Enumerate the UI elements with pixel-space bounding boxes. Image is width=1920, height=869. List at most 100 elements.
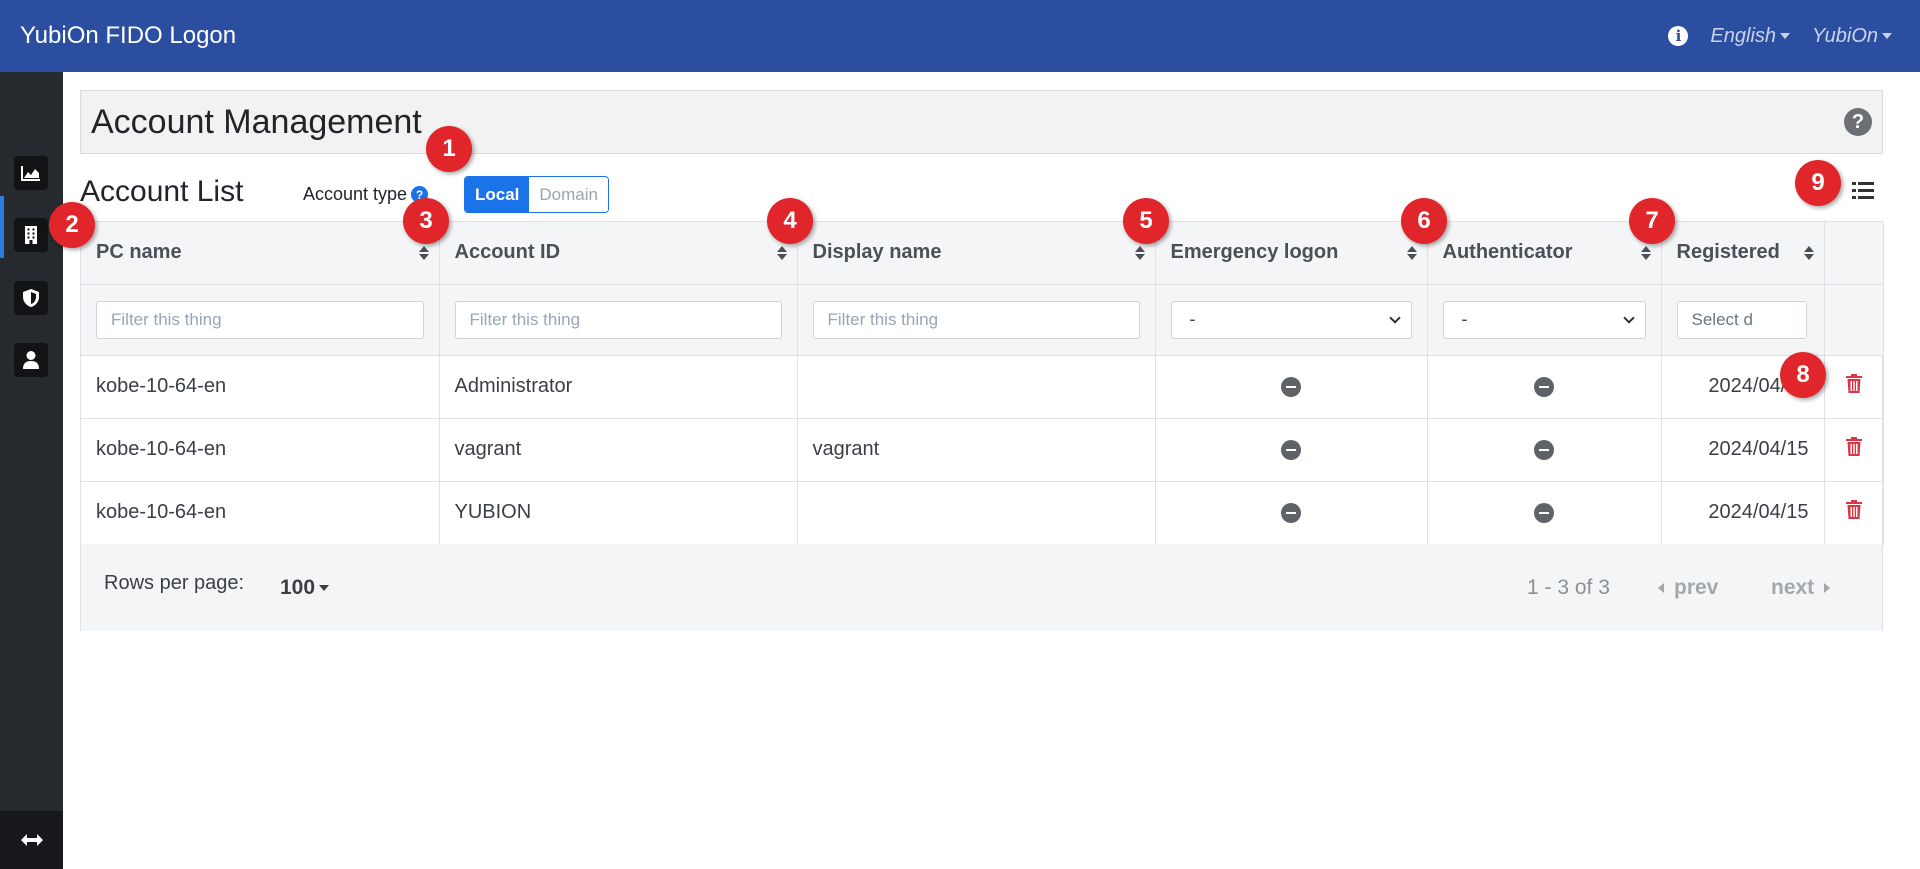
app-title[interactable]: YubiOn FIDO Logon — [20, 22, 236, 50]
shield-icon — [23, 289, 39, 307]
display-name-cell — [797, 355, 1156, 419]
column-header-actions — [1824, 222, 1884, 285]
column-list-icon[interactable] — [1852, 180, 1874, 200]
sort-icon[interactable] — [1134, 246, 1145, 260]
minus-circle-icon — [1534, 439, 1554, 460]
column-header-account-id[interactable]: Account ID — [439, 222, 798, 285]
table-row: kobe-10-64-en vagrant vagrant 2024/04/15 — [81, 418, 1884, 482]
account-type-label: Account type — [303, 184, 408, 204]
column-header-label: Account ID — [454, 241, 561, 264]
sort-icon[interactable] — [1803, 246, 1814, 260]
sidebar-item-organization[interactable] — [14, 218, 48, 252]
column-header-label: Registered — [1676, 241, 1780, 264]
callout-badge: 1 — [426, 126, 472, 172]
trash-icon[interactable] — [1845, 374, 1862, 393]
rows-per-page-dropdown[interactable]: 100 — [280, 576, 330, 600]
delete-cell — [1824, 481, 1884, 545]
account-type-toggle: Local Domain — [464, 176, 609, 213]
caret-down-icon — [1882, 33, 1892, 39]
sort-icon[interactable] — [1406, 246, 1417, 260]
column-header-registered[interactable]: Registered — [1661, 222, 1825, 285]
minus-circle-icon — [1534, 376, 1554, 397]
account-list-title: Account List — [80, 175, 244, 208]
pc-name-cell: kobe-10-64-en — [81, 355, 440, 419]
column-header-label: PC name — [96, 241, 182, 264]
info-icon[interactable]: i — [1668, 26, 1689, 46]
sidebar-item-dashboard[interactable] — [14, 156, 48, 190]
column-header-display-name[interactable]: Display name — [797, 222, 1156, 285]
pc-name-filter-input[interactable]: Filter this thing — [96, 300, 424, 339]
pc-name-cell: kobe-10-64-en — [81, 481, 440, 545]
account-table-container: PC name Account ID Display name Emergenc… — [80, 221, 1884, 631]
prev-page-button[interactable]: prev — [1658, 576, 1718, 600]
expand-horizontal-icon — [20, 834, 43, 846]
user-dropdown[interactable]: YubiOn — [1812, 25, 1892, 48]
sort-icon[interactable] — [418, 246, 429, 260]
page-header: Account Management ? — [80, 90, 1883, 154]
chevron-down-icon — [1388, 311, 1401, 324]
account-type-domain-button[interactable]: Domain — [529, 177, 608, 212]
top-navbar: YubiOn FIDO Logon i English YubiOn — [0, 0, 1920, 72]
callout-badge: 2 — [49, 202, 95, 248]
callout-badge: 4 — [767, 198, 813, 244]
callout-badge: 5 — [1123, 198, 1169, 244]
page-title: Account Management — [91, 103, 422, 141]
emergency-logon-filter-select[interactable]: - — [1170, 300, 1412, 339]
display-name-cell: vagrant — [797, 418, 1156, 482]
minus-circle-icon — [1281, 502, 1301, 523]
trash-icon[interactable] — [1845, 437, 1862, 456]
account-id-cell: YUBION — [439, 481, 798, 545]
callout-badge: 6 — [1401, 198, 1447, 244]
sidebar-collapse-button[interactable] — [0, 811, 63, 869]
language-label: English — [1710, 24, 1777, 47]
account-table: PC name Account ID Display name Emergenc… — [81, 222, 1884, 545]
select-value: - — [1461, 309, 1468, 329]
area-chart-icon — [21, 166, 40, 181]
column-header-label: Authenticator — [1442, 241, 1573, 264]
account-id-cell: Administrator — [439, 355, 798, 419]
next-label: next — [1771, 576, 1815, 599]
next-page-button[interactable]: next — [1771, 576, 1831, 600]
minus-circle-icon — [1534, 502, 1554, 523]
rows-per-page-value: 100 — [280, 576, 316, 599]
chevron-left-icon — [1658, 583, 1664, 593]
authenticator-cell — [1427, 418, 1662, 482]
callout-badge: 8 — [1780, 352, 1826, 398]
callout-badge: 9 — [1795, 160, 1841, 206]
language-dropdown[interactable]: English — [1710, 24, 1791, 48]
trash-icon[interactable] — [1845, 500, 1862, 519]
chevron-right-icon — [1824, 583, 1831, 593]
sidebar-item-users[interactable] — [14, 343, 48, 377]
chevron-down-icon — [1622, 311, 1635, 324]
account-id-filter-input[interactable]: Filter this thing — [454, 300, 782, 339]
column-header-label: Emergency logon — [1170, 241, 1339, 264]
sidebar-item-security[interactable] — [14, 281, 48, 315]
table-filter-row: Filter this thing Filter this thing Filt… — [81, 284, 1884, 356]
registered-cell: 2024/04/15 — [1661, 481, 1825, 545]
sort-icon[interactable] — [776, 246, 787, 260]
column-header-label: Display name — [812, 241, 942, 264]
sort-icon[interactable] — [1640, 246, 1651, 260]
column-header-pc-name[interactable]: PC name — [81, 222, 440, 285]
display-name-filter-input[interactable]: Filter this thing — [812, 300, 1140, 339]
sidebar — [0, 72, 63, 869]
authenticator-filter-select[interactable]: - — [1442, 300, 1646, 339]
column-header-authenticator[interactable]: Authenticator — [1427, 222, 1662, 285]
minus-circle-icon — [1281, 439, 1301, 460]
callout-badge: 3 — [403, 198, 449, 244]
column-header-emergency-logon[interactable]: Emergency logon — [1155, 222, 1428, 285]
table-footer: Rows per page: 100 1 - 3 of 3 prev next — [81, 544, 1882, 631]
user-icon — [23, 351, 39, 369]
authenticator-cell — [1427, 481, 1662, 545]
emergency-logon-cell — [1155, 481, 1428, 545]
help-icon[interactable]: ? — [1844, 108, 1872, 136]
account-type-local-button[interactable]: Local — [465, 177, 530, 212]
table-header-row: PC name Account ID Display name Emergenc… — [81, 222, 1884, 285]
emergency-logon-cell — [1155, 418, 1428, 482]
prev-label: prev — [1674, 576, 1719, 599]
registered-date-filter-input[interactable]: Select d — [1676, 300, 1807, 339]
callout-badge: 7 — [1629, 198, 1675, 244]
table-row: kobe-10-64-en Administrator 2024/04/15 — [81, 355, 1884, 419]
caret-down-icon — [1780, 33, 1791, 39]
registered-cell: 2024/04/15 — [1661, 418, 1825, 482]
